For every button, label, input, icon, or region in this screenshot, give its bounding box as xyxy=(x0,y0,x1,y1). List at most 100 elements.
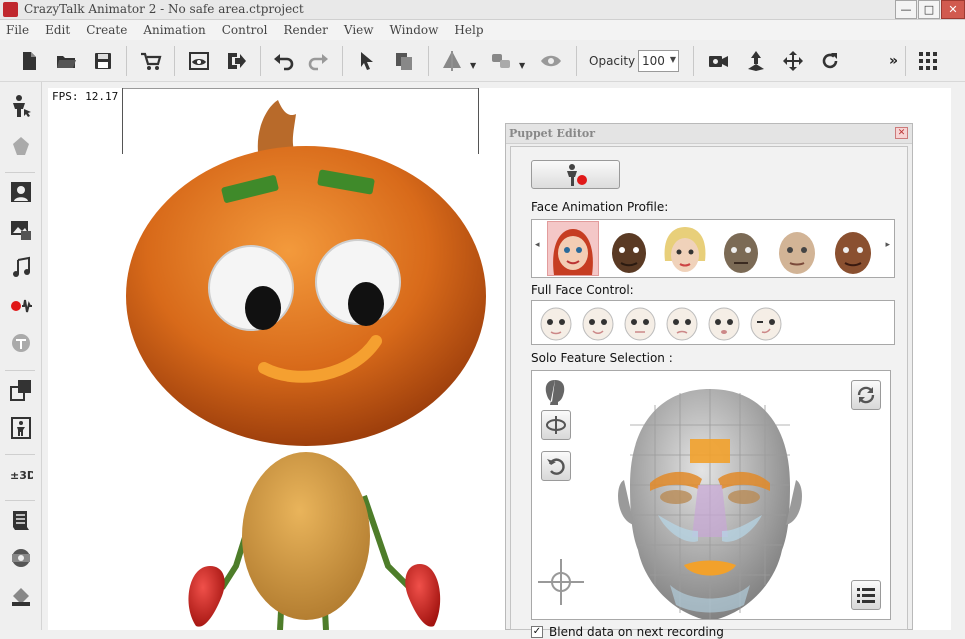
face-profile-label: Face Animation Profile: xyxy=(531,200,669,214)
prop-icon[interactable] xyxy=(7,132,35,160)
app-logo-icon xyxy=(3,2,18,17)
rotate-icon[interactable] xyxy=(817,48,843,74)
layer-icon[interactable] xyxy=(7,376,35,404)
crosshair-target-icon[interactable] xyxy=(536,557,586,607)
undo-icon[interactable] xyxy=(270,48,296,74)
camera-icon[interactable] xyxy=(705,48,731,74)
opacity-label: Opacity : xyxy=(589,54,644,68)
chevron-left-icon[interactable]: ◂ xyxy=(535,240,540,250)
reset-undo-icon xyxy=(547,458,565,475)
profile-face-2[interactable] xyxy=(604,222,654,275)
export-icon[interactable] xyxy=(223,48,249,74)
menu-render[interactable]: Render xyxy=(283,23,327,37)
flip-mirror-icon[interactable] xyxy=(439,48,465,74)
profile-face-5[interactable] xyxy=(772,222,822,275)
head-rotate-button[interactable] xyxy=(541,410,571,440)
menu-edit[interactable]: Edit xyxy=(45,23,70,37)
redo-icon[interactable] xyxy=(306,48,332,74)
full-face-expression-5[interactable] xyxy=(706,305,742,341)
solo-feature-label: Solo Feature Selection : xyxy=(531,351,673,365)
grid-view-icon[interactable] xyxy=(915,48,941,74)
list-icon xyxy=(857,588,875,603)
select-arrow-icon[interactable] xyxy=(353,48,379,74)
paint-bucket-icon[interactable] xyxy=(7,582,35,610)
character-portrait-icon[interactable] xyxy=(7,178,35,206)
preview-eye-icon[interactable] xyxy=(186,48,212,74)
menu-animation[interactable]: Animation xyxy=(143,23,205,37)
profile-face-4[interactable] xyxy=(716,222,766,275)
new-file-icon[interactable] xyxy=(16,48,42,74)
main-toolbar: ▼ ▼ Opacity : 100 ▼ » xyxy=(0,40,965,82)
profile-face-3[interactable] xyxy=(660,222,710,275)
puppet-editor-titlebar[interactable]: Puppet Editor ✕ xyxy=(506,124,912,144)
menu-view[interactable]: View xyxy=(344,23,374,37)
visibility-eye-icon[interactable] xyxy=(538,48,564,74)
solo-feature-area xyxy=(531,370,891,620)
move-vertical-icon[interactable] xyxy=(743,48,769,74)
link-dropdown-icon[interactable]: ▼ xyxy=(519,61,525,70)
text-bubble-icon[interactable] xyxy=(7,330,35,358)
close-button[interactable]: ✕ xyxy=(941,0,965,19)
puppet-editor-close-button[interactable]: ✕ xyxy=(895,127,908,139)
flip-dropdown-icon[interactable]: ▼ xyxy=(470,61,476,70)
move-all-icon[interactable] xyxy=(780,48,806,74)
fps-counter: FPS: 12.17 xyxy=(52,90,119,103)
chevron-right-icon[interactable]: ▸ xyxy=(885,240,890,250)
bone-edit-icon[interactable] xyxy=(7,414,35,442)
puppet-record-icon xyxy=(566,163,587,186)
opacity-select[interactable]: 100 ▼ xyxy=(638,50,679,72)
profile-face-6[interactable] xyxy=(828,222,878,275)
save-icon[interactable] xyxy=(90,48,116,74)
swap-direction-button[interactable] xyxy=(851,380,881,410)
chevron-down-icon: ▼ xyxy=(669,55,676,64)
blend-data-checkbox[interactable]: ✓ xyxy=(531,626,543,638)
puppet-editor-body: Face Animation Profile: ◂ ▸ Full Face Co… xyxy=(510,146,908,639)
menu-control[interactable]: Control xyxy=(222,23,268,37)
content-store-cart-icon[interactable] xyxy=(138,48,164,74)
reset-button[interactable] xyxy=(541,451,571,481)
menu-window[interactable]: Window xyxy=(390,23,439,37)
head-feature-model[interactable] xyxy=(610,385,810,620)
full-face-expression-1[interactable] xyxy=(538,305,574,341)
duplicate-icon[interactable] xyxy=(391,48,417,74)
menu-bar: File Edit Create Animation Control Rende… xyxy=(0,20,965,40)
blend-data-label: Blend data on next recording xyxy=(549,625,724,639)
feature-list-button[interactable] xyxy=(851,580,881,610)
maximize-button[interactable]: □ xyxy=(918,0,940,19)
head-rotate-icon xyxy=(546,416,566,434)
full-face-expression-2[interactable] xyxy=(580,305,616,341)
opacity-value: 100 xyxy=(642,54,665,68)
window-controls: — □ ✕ xyxy=(894,0,965,20)
full-face-control-list xyxy=(531,300,895,345)
left-tool-sidebar: ±3D xyxy=(0,82,42,630)
link-group-icon[interactable] xyxy=(488,48,514,74)
onion-character[interactable] xyxy=(118,96,488,630)
full-face-expression-6[interactable] xyxy=(748,305,784,341)
face-profile-list: ◂ ▸ xyxy=(531,219,895,278)
music-note-icon[interactable] xyxy=(7,254,35,282)
audio-record-icon[interactable] xyxy=(7,292,35,320)
open-folder-icon[interactable] xyxy=(53,48,79,74)
refresh-icon xyxy=(857,386,875,404)
safe-area-top-line xyxy=(122,88,479,89)
minimize-button[interactable]: — xyxy=(895,0,917,19)
record-puppet-button[interactable] xyxy=(531,160,620,189)
menu-file[interactable]: File xyxy=(6,23,29,37)
full-face-expression-4[interactable] xyxy=(664,305,700,341)
puppet-editor-panel: Puppet Editor ✕ Face Animation Profile: … xyxy=(505,123,913,639)
script-document-icon[interactable] xyxy=(7,506,35,534)
convert-3d-icon[interactable]: ±3D xyxy=(7,460,35,488)
actor-select-icon[interactable] xyxy=(7,92,35,120)
menu-help[interactable]: Help xyxy=(454,23,483,37)
blend-data-option[interactable]: ✓ Blend data on next recording xyxy=(531,625,724,639)
svg-text:±3D: ±3D xyxy=(10,469,33,482)
full-face-expression-3[interactable] xyxy=(622,305,658,341)
toolbar-more-icon[interactable]: » xyxy=(889,53,898,69)
content-manager-icon[interactable] xyxy=(7,544,35,572)
head-silhouette-icon[interactable] xyxy=(542,378,568,406)
menu-create[interactable]: Create xyxy=(86,23,127,37)
puppet-editor-title: Puppet Editor xyxy=(509,127,596,140)
profile-face-1[interactable] xyxy=(547,221,599,276)
title-bar: CrazyTalk Animator 2 - No safe area.ctpr… xyxy=(0,0,965,20)
scene-image-icon[interactable] xyxy=(7,216,35,244)
